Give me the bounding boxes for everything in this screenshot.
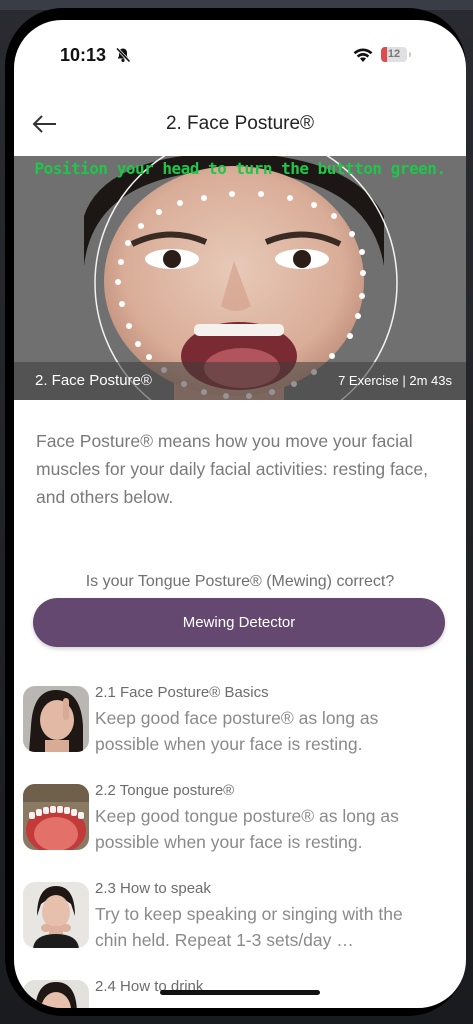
mewing-question: Is your Tongue Posture® (Mewing) correct… xyxy=(85,573,395,590)
exercise-thumbnail xyxy=(23,882,89,948)
exercise-title: 2.3 How to speak xyxy=(95,880,211,897)
mewing-detector-button[interactable]: Mewing Detector xyxy=(33,598,445,647)
section-description: Face Posture® means how you move your fa… xyxy=(36,431,428,507)
exercise-description: Keep good tongue posture® as long as pos… xyxy=(95,806,399,852)
battery-level: 12 xyxy=(387,48,401,60)
hero-footer: 2. Face Posture® 7 Exercise | 2m 43s xyxy=(14,362,466,400)
battery-icon: 12 xyxy=(381,47,407,62)
exercise-thumbnail xyxy=(23,980,89,1008)
page-title: 2. Face Posture® xyxy=(165,113,315,134)
bell-off-icon xyxy=(115,47,131,63)
home-indicator[interactable] xyxy=(160,990,320,995)
exercise-thumbnail xyxy=(23,686,89,752)
exercise-description: Keep good face posture® as long as possi… xyxy=(95,708,379,754)
exercise-thumbnail xyxy=(23,784,89,850)
exercise-title: 2.2 Tongue posture® xyxy=(95,782,235,799)
exercise-count-duration: 7 Exercise | 2m 43s xyxy=(338,373,452,388)
exercise-title: 2.1 Face Posture® Basics xyxy=(95,684,269,701)
hero-footer-title: 2. Face Posture® xyxy=(35,372,152,389)
phone-frame: 10:13 12 2. Face Posture® Position your … xyxy=(5,8,466,1016)
wifi-icon xyxy=(353,48,373,62)
camera-instruction: Position your head to turn the buttton g… xyxy=(34,159,446,178)
battery-cap xyxy=(409,52,411,57)
exercise-item[interactable]: 2.2 Tongue posture® Keep good tongue pos… xyxy=(23,782,453,872)
exercise-description: Try to keep speaking or singing with the… xyxy=(95,904,403,950)
status-time: 10:13 xyxy=(60,45,107,65)
exercise-item[interactable]: 2.1 Face Posture® Basics Keep good face … xyxy=(23,684,453,774)
exercise-item[interactable]: 2.3 How to speak Try to keep speaking or… xyxy=(23,880,453,970)
camera-preview: Position your head to turn the buttton g… xyxy=(14,156,466,400)
app-screen: 10:13 12 2. Face Posture® Position your … xyxy=(14,20,466,1008)
